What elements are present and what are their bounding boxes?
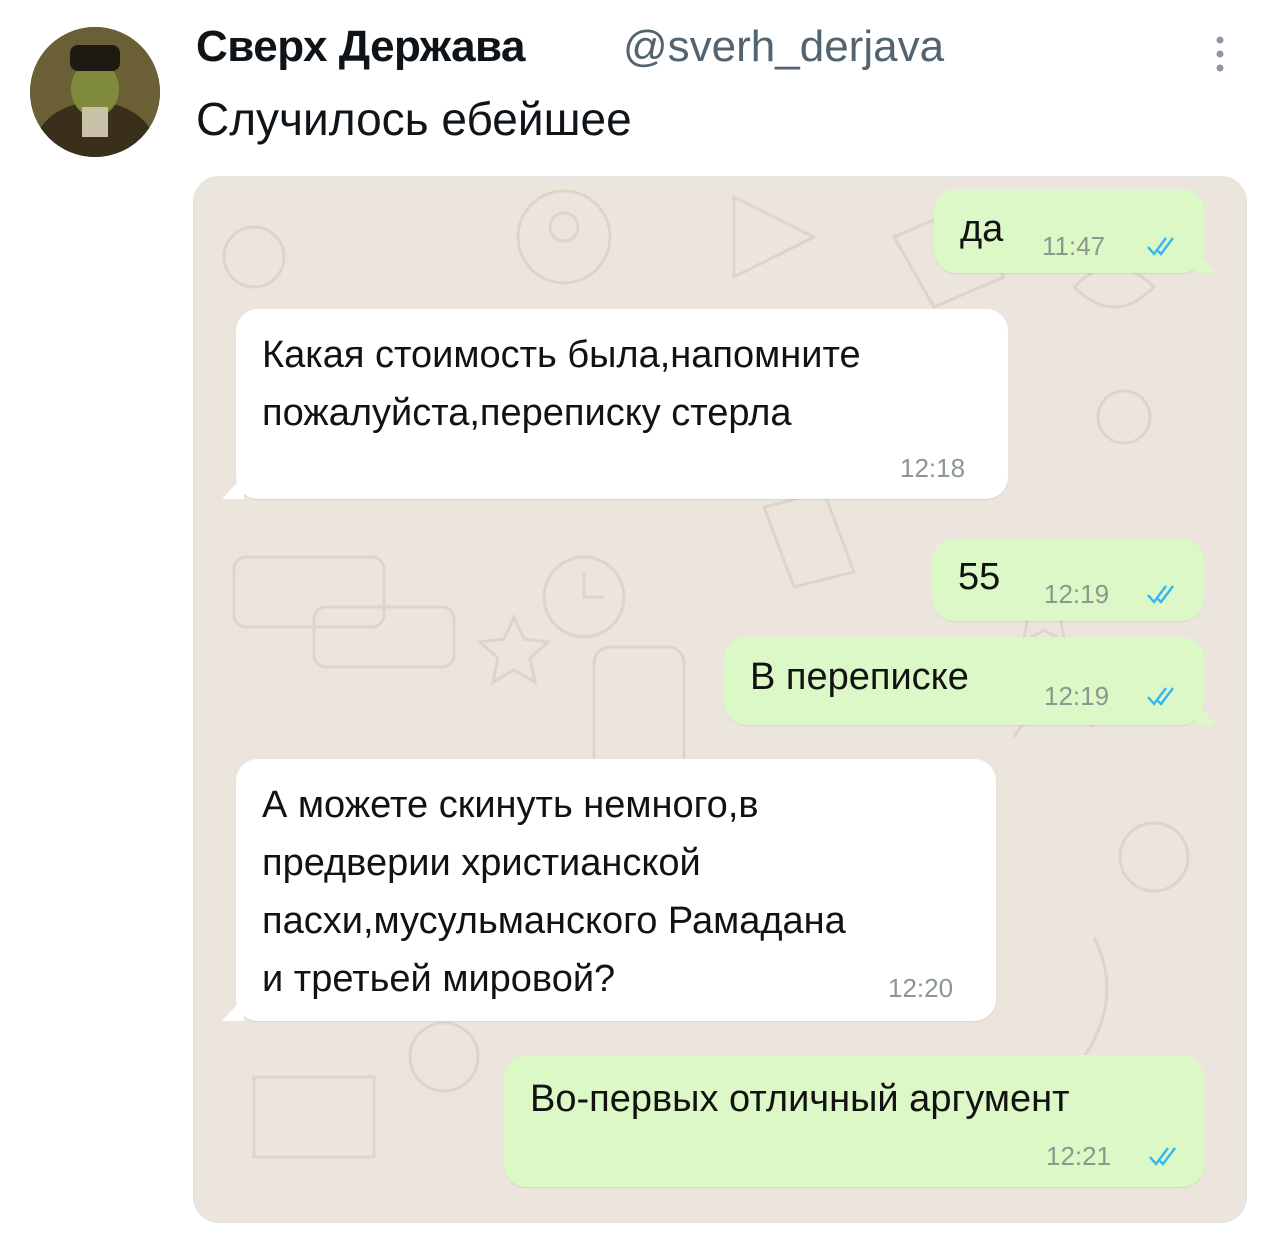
- message-text: Какая стоимость была,напомните: [262, 334, 861, 376]
- bubble-tail: [222, 475, 244, 499]
- double-check-icon: [1149, 1147, 1176, 1166]
- message-time: 12:20: [888, 973, 954, 1003]
- message-text: В переписке: [750, 656, 969, 698]
- tweet-text: Случилось ебейшее: [196, 93, 632, 145]
- message-time: 12:18: [900, 453, 966, 483]
- avatar[interactable]: [30, 27, 160, 157]
- bubble-tail: [1196, 703, 1216, 725]
- more-options-icon[interactable]: [1206, 30, 1234, 78]
- bubble-tail: [222, 997, 244, 1021]
- message-time: 12:21: [1046, 1141, 1112, 1171]
- double-check-icon: [1147, 585, 1174, 604]
- message-text: 55: [958, 556, 1001, 598]
- message-text: да: [960, 208, 1004, 250]
- message-text: пасхи,мусульманского Рамадана: [262, 900, 846, 942]
- message-text: и третьей мировой?: [262, 958, 616, 1000]
- double-check-icon: [1147, 237, 1174, 256]
- author-name[interactable]: Сверх Держава: [196, 22, 526, 72]
- message-bubble-outgoing[interactable]: 55 12:19: [932, 539, 1204, 621]
- message-text: Во-первых отличный аргумент: [530, 1078, 1070, 1120]
- message-text: А можете скинуть немного,в: [262, 784, 759, 826]
- message-time: 12:19: [1044, 579, 1110, 609]
- bubble-tail: [1196, 251, 1216, 273]
- message-time: 11:47: [1042, 231, 1106, 261]
- chat-screenshot[interactable]: да 11:47 Какая стоимость была,напомните …: [193, 176, 1247, 1223]
- message-bubble-outgoing[interactable]: да 11:47: [934, 189, 1216, 273]
- message-time: 12:19: [1044, 681, 1110, 711]
- author-handle[interactable]: @sverh_derjava: [623, 22, 944, 72]
- double-check-icon: [1147, 687, 1174, 706]
- message-bubble-outgoing[interactable]: Во-первых отличный аргумент 12:21: [504, 1055, 1204, 1187]
- message-bubble-incoming[interactable]: А можете скинуть немного,в предверии хри…: [222, 759, 996, 1021]
- message-bubble-incoming[interactable]: Какая стоимость была,напомните пожалуйст…: [222, 309, 1008, 499]
- message-bubble-outgoing[interactable]: В переписке 12:19: [724, 637, 1216, 725]
- message-text: предверии христианской: [262, 842, 701, 884]
- message-text: пожалуйста,переписку стерла: [262, 392, 792, 434]
